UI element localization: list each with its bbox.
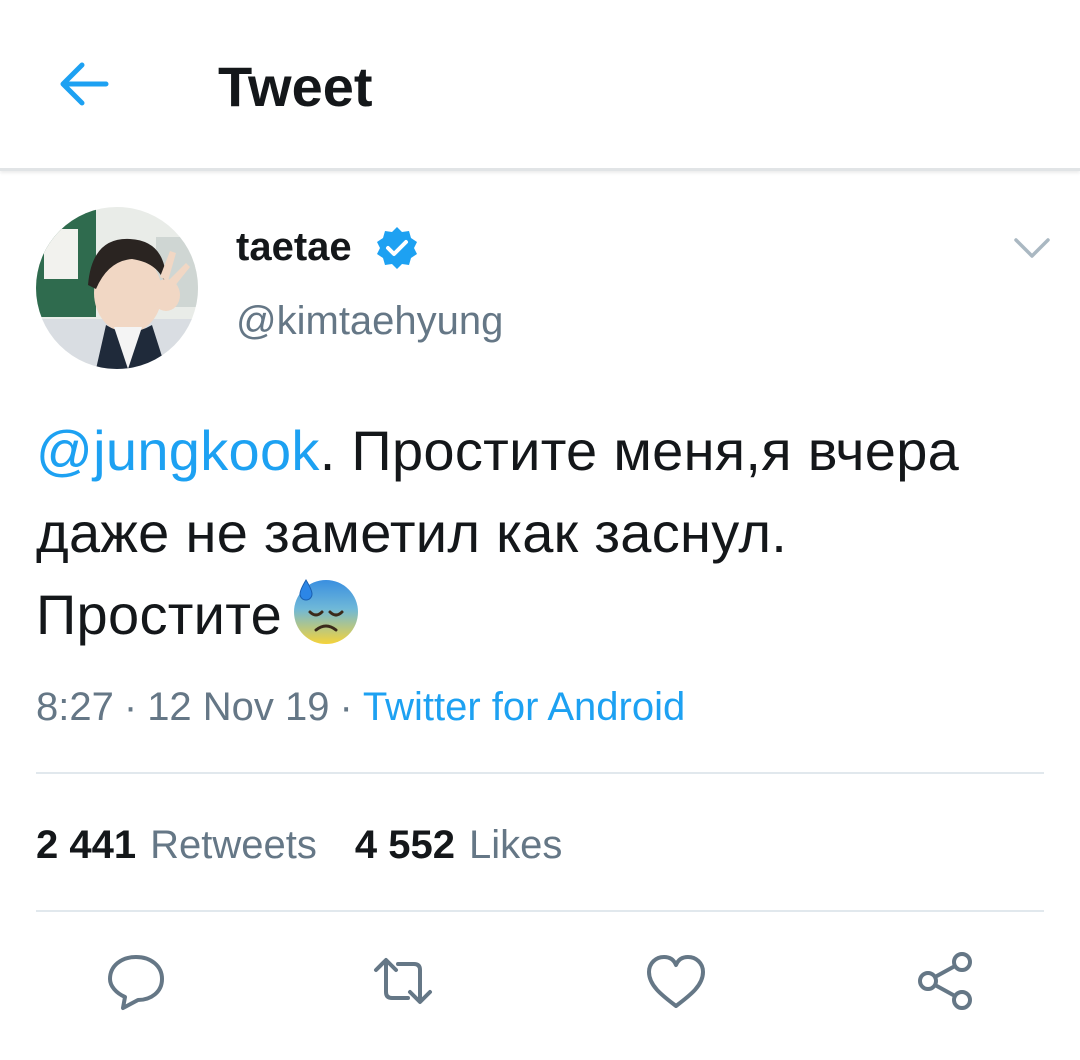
- like-button[interactable]: [643, 948, 709, 1014]
- divider: [36, 772, 1044, 774]
- anxious-face-with-sweat-emoji: [290, 574, 362, 646]
- retweets-label: Retweets: [150, 823, 317, 867]
- back-button[interactable]: [52, 52, 116, 116]
- divider: [36, 910, 1044, 912]
- retweets-stat[interactable]: 2 441 Retweets: [36, 820, 317, 870]
- author-handle[interactable]: @kimtaehyung: [236, 296, 503, 346]
- likes-label: Likes: [468, 823, 563, 867]
- verified-badge-icon: [374, 225, 420, 271]
- tweet-time: 8:27: [36, 685, 114, 729]
- more-options-button[interactable]: [1010, 230, 1054, 266]
- meta-separator: ·: [339, 685, 353, 729]
- share-icon: [918, 952, 972, 1010]
- page-title: Tweet: [218, 55, 373, 118]
- tweet-date: 12 Nov 19: [147, 685, 330, 729]
- comment-icon: [108, 955, 164, 1010]
- mention-link[interactable]: @jungkook: [36, 419, 320, 482]
- meta-separator: ·: [123, 685, 138, 729]
- tweet-stats: 2 441 Retweets 4 552 Likes: [36, 820, 562, 870]
- retweet-button[interactable]: [370, 948, 436, 1014]
- likes-count: 4 552: [354, 823, 455, 867]
- reply-button[interactable]: [103, 948, 169, 1014]
- tweet-text: @jungkook. Простите меня,я вчера даже не…: [36, 410, 1046, 656]
- arrow-left-icon: [60, 62, 109, 106]
- retweets-count: 2 441: [36, 823, 137, 867]
- tweet-meta: 8:27 · 12 Nov 19 · Twitter for Android: [36, 682, 685, 732]
- avatar[interactable]: [36, 207, 198, 369]
- app-header: Tweet: [0, 0, 1080, 171]
- tweet-source-link[interactable]: Twitter for Android: [363, 685, 685, 729]
- chevron-down-icon: [1014, 238, 1050, 258]
- retweet-icon: [374, 958, 432, 1004]
- author-display-name[interactable]: taetae: [236, 222, 352, 272]
- share-button[interactable]: [912, 948, 978, 1014]
- likes-stat[interactable]: 4 552 Likes: [355, 820, 563, 870]
- heart-icon: [647, 955, 705, 1008]
